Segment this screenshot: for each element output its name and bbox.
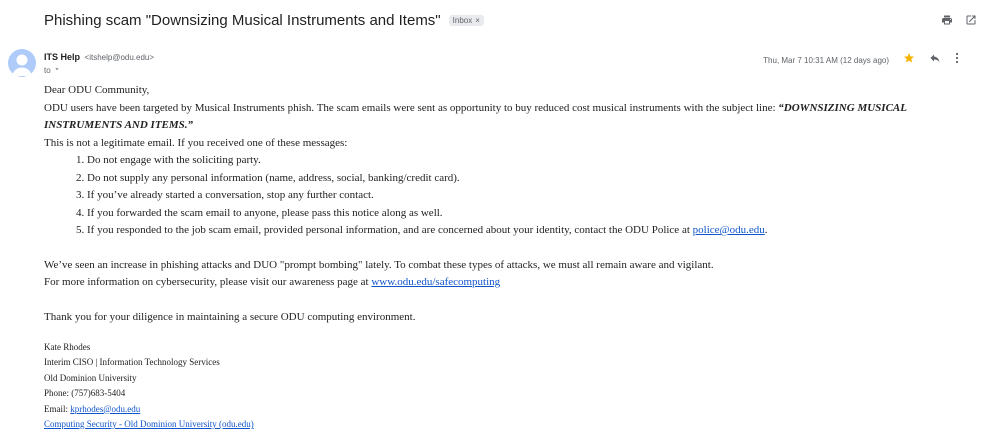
intro-paragraph: ODU users have been targeted by Musical … [44, 100, 964, 135]
step5-text: If you responded to the job scam email, … [87, 224, 693, 236]
list-item: If you forwarded the scam email to anyon… [87, 205, 964, 223]
signature-block: Kate Rhodes Interim CISO | Information T… [44, 340, 964, 432]
steps-list: Do not engage with the soliciting party.… [44, 152, 964, 240]
signature-site-line: Computing Security - Old Dominion Univer… [44, 417, 964, 432]
to-label: to [44, 65, 51, 75]
print-icon[interactable] [941, 14, 953, 26]
inbox-label-chip[interactable]: Inbox × [448, 15, 484, 26]
signature-email-line: Email: kprhodes@odu.edu [44, 402, 964, 417]
police-email-link[interactable]: police@odu.edu [693, 224, 765, 236]
list-item: If you’ve already started a conversation… [87, 187, 964, 205]
avatar-icon[interactable] [8, 49, 36, 77]
thanks-paragraph: Thank you for your diligence in maintain… [44, 310, 416, 323]
not-legitimate-line: This is not a legitimate email. If you r… [44, 136, 348, 149]
list-item: Do not engage with the soliciting party. [87, 152, 964, 170]
list-item: If you responded to the job scam email, … [87, 222, 964, 240]
subject-row: Phishing scam "Downsizing Musical Instru… [44, 12, 484, 29]
message-meta: Thu, Mar 7 10:31 AM (12 days ago) [763, 51, 959, 69]
more-info-paragraph: For more information on cybersecurity, p… [44, 274, 964, 292]
signature-phone: Phone: (757)683-5404 [44, 388, 126, 399]
more-info-text: For more information on cybersecurity, p… [44, 276, 372, 288]
signature-title: Interim CISO | Information Technology Se… [44, 357, 220, 368]
recipient-line[interactable]: to [44, 65, 61, 75]
open-in-new-window-icon[interactable] [965, 14, 977, 26]
sender-name[interactable]: ITS Help [44, 52, 80, 62]
list-item: Do not supply any personal information (… [87, 170, 964, 188]
step5-end: . [764, 224, 768, 236]
signature-name: Kate Rhodes [44, 342, 91, 352]
more-vert-icon[interactable] [955, 51, 959, 69]
safecomputing-link[interactable]: www.odu.edu/safecomputing [371, 276, 500, 288]
signature-email-label: Email: [44, 403, 71, 414]
increase-paragraph: We’ve seen an increase in phishing attac… [44, 258, 714, 271]
sender-line: ITS Help <itshelp@odu.edu> [44, 52, 154, 62]
intro-text: ODU users have been targeted by Musical … [44, 101, 779, 114]
computing-security-link[interactable]: Computing Security - Old Dominion Univer… [44, 419, 254, 429]
greeting: Dear ODU Community, [44, 84, 150, 96]
message-date: Thu, Mar 7 10:31 AM (12 days ago) [763, 55, 889, 65]
reply-icon[interactable] [929, 51, 941, 69]
remove-label-icon[interactable]: × [475, 16, 480, 25]
signature-email-link[interactable]: kprhodes@odu.edu [70, 404, 140, 414]
signature-org: Old Dominion University [44, 372, 137, 383]
top-actions [941, 14, 977, 26]
sender-email: <itshelp@odu.edu> [84, 53, 155, 62]
star-icon[interactable] [903, 51, 915, 69]
email-subject: Phishing scam "Downsizing Musical Instru… [44, 12, 441, 29]
message-body: Dear ODU Community, ODU users have been … [44, 82, 964, 432]
chevron-down-icon[interactable] [53, 65, 61, 75]
inbox-label-text: Inbox [452, 16, 473, 25]
